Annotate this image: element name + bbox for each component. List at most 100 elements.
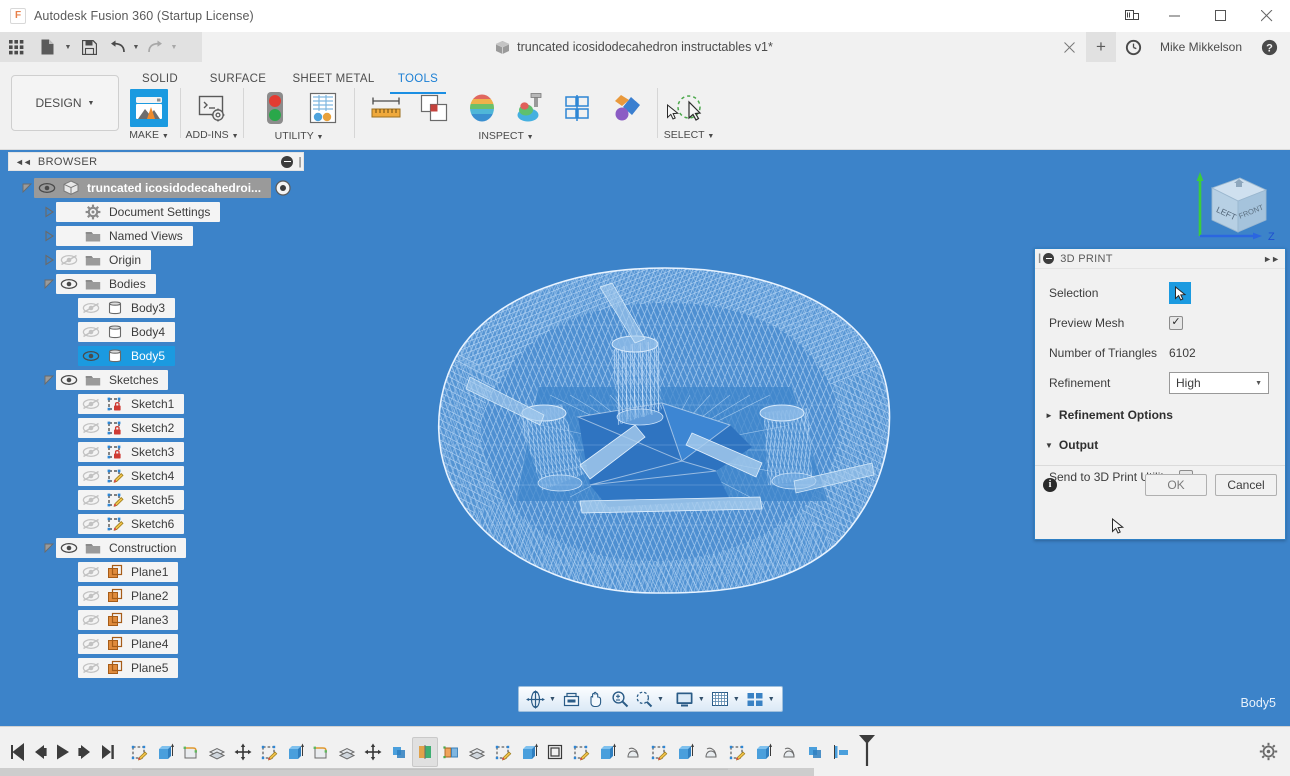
dialog-grip-icon[interactable]: || [1038, 253, 1039, 264]
timeline-feature-sketch[interactable] [568, 737, 594, 767]
browser-row-plane2[interactable]: Plane2 [8, 584, 304, 608]
timeline-feature-extrude[interactable] [152, 737, 178, 767]
curvature-analysis-button[interactable] [458, 88, 506, 128]
browser-item[interactable]: Bodies [56, 274, 156, 294]
browser-item[interactable]: Sketches [56, 370, 168, 390]
browser-row-sketch5[interactable]: Sketch5 [8, 488, 304, 512]
timeline-feature-sketch[interactable] [256, 737, 282, 767]
collapse-arrow-icon[interactable] [42, 278, 56, 290]
timeline-feature-extrude[interactable] [516, 737, 542, 767]
browser-row-sketch1[interactable]: Sketch1 [8, 392, 304, 416]
eye-hidden-icon[interactable] [78, 466, 104, 486]
document-tab-close-icon[interactable] [1056, 32, 1082, 62]
collapse-arrow-icon[interactable] [42, 374, 56, 386]
timeline-feature-combine[interactable] [802, 737, 828, 767]
expand-arrow-icon[interactable] [42, 230, 56, 242]
browser-row-plane5[interactable]: Plane5 [8, 656, 304, 680]
minimize-button[interactable] [1152, 0, 1198, 32]
undo-icon[interactable] [104, 32, 130, 62]
timeline-feature-offset[interactable] [204, 737, 230, 767]
expand-arrow-icon[interactable] [42, 206, 56, 218]
timeline-feature-extrude[interactable] [282, 737, 308, 767]
utility-table-button[interactable] [299, 88, 347, 128]
browser-item[interactable]: Sketch5 [78, 490, 184, 510]
timeline-feature-revolve[interactable] [698, 737, 724, 767]
section-analysis-button[interactable] [506, 88, 554, 128]
browser-item[interactable]: Origin [56, 250, 151, 270]
browser-row-sketches[interactable]: Sketches [8, 368, 304, 392]
eye-visible-icon[interactable] [34, 178, 60, 198]
timeline-feature-sketch[interactable] [490, 737, 516, 767]
eye-visible-icon[interactable] [56, 370, 82, 390]
browser-item[interactable]: Named Views [56, 226, 193, 246]
timeline-step-back-button[interactable] [30, 739, 52, 765]
timeline-step-forward-button[interactable] [74, 739, 96, 765]
app-grid-icon[interactable] [0, 32, 32, 62]
browser-grip-icon[interactable]: || [298, 156, 300, 168]
eye-hidden-icon[interactable] [78, 442, 104, 462]
redo-caret-icon[interactable]: ▼ [168, 32, 180, 62]
timeline-end-marker[interactable] [856, 732, 878, 771]
view-cube[interactable]: Z LEFT FRONT [1182, 158, 1282, 258]
job-status-clock-icon[interactable] [1116, 32, 1150, 62]
timeline-go-to-beginning-button[interactable] [8, 739, 30, 765]
browser-item[interactable]: Document Settings [56, 202, 220, 222]
eye-hidden-icon[interactable] [78, 418, 104, 438]
eye-hidden-icon[interactable] [78, 490, 104, 510]
browser-row-sketch3[interactable]: Sketch3 [8, 440, 304, 464]
dialog-header[interactable]: || 3D PRINT ►► [1035, 249, 1285, 269]
grid-snaps-caret-icon[interactable]: ▼ [732, 696, 743, 703]
orbit-caret-icon[interactable]: ▼ [548, 696, 559, 703]
timeline-feature-plane[interactable] [412, 737, 438, 767]
browser-item[interactable]: Plane4 [78, 634, 178, 654]
refinement-select[interactable]: High ▼ [1169, 372, 1269, 394]
browser-collapse-icon[interactable]: ◄◄ [15, 157, 31, 167]
timeline-feature-mirror[interactable] [438, 737, 464, 767]
browser-row-origin[interactable]: Origin [8, 248, 304, 272]
browser-row-body5[interactable]: Body5 [8, 344, 304, 368]
browser-item[interactable]: Sketch2 [78, 418, 184, 438]
eye-hidden-icon[interactable] [78, 394, 104, 414]
browser-item[interactable]: Construction [56, 538, 186, 558]
tab-tools[interactable]: TOOLS [386, 68, 450, 90]
timeline-play-button[interactable] [52, 739, 74, 765]
browser-row-sketch4[interactable]: Sketch4 [8, 464, 304, 488]
browser-row-plane4[interactable]: Plane4 [8, 632, 304, 656]
timeline-feature-sketch[interactable] [126, 737, 152, 767]
eye-hidden-icon[interactable] [78, 514, 104, 534]
timeline-feature-fillet[interactable] [178, 737, 204, 767]
new-file-icon[interactable] [32, 32, 62, 62]
make-3d-print-button[interactable]: MAKE ▼ [125, 88, 173, 141]
eye-visible-icon[interactable] [78, 346, 104, 366]
browser-row-sketch6[interactable]: Sketch6 [8, 512, 304, 536]
browser-item[interactable]: Body3 [78, 298, 175, 318]
preview-mesh-checkbox[interactable]: ✓ [1169, 316, 1183, 330]
browser-row-truncated-icosidodecahedroi[interactable]: truncated icosidodecahedroi... [8, 176, 304, 200]
timeline-feature-sketch[interactable] [724, 737, 750, 767]
browser-row-document-settings[interactable]: Document Settings [8, 200, 304, 224]
browser-item[interactable]: Sketch3 [78, 442, 184, 462]
browser-item[interactable]: Plane2 [78, 586, 178, 606]
addins-button[interactable]: ADD-INS ▼ [188, 88, 236, 141]
interference-button[interactable] [410, 88, 458, 128]
save-icon[interactable] [74, 32, 104, 62]
dialog-minimize-icon[interactable] [1043, 253, 1054, 264]
look-at-icon[interactable] [559, 687, 584, 711]
help-icon[interactable]: ? [1252, 32, 1286, 62]
display-settings-caret-icon[interactable]: ▼ [697, 696, 708, 703]
timeline-feature-sketch[interactable] [646, 737, 672, 767]
browser-item[interactable]: Sketch1 [78, 394, 184, 414]
zoom-window-icon[interactable] [632, 687, 656, 711]
timeline-feature-revolve[interactable] [620, 737, 646, 767]
display-settings-icon[interactable] [672, 687, 697, 711]
timeline-feature-move[interactable] [230, 737, 256, 767]
eye-hidden-icon[interactable] [78, 322, 104, 342]
document-tab[interactable]: truncated icosidodecahedron instructable… [202, 32, 1066, 62]
browser-row-bodies[interactable]: Bodies [8, 272, 304, 296]
timeline-feature-fillet[interactable] [308, 737, 334, 767]
eye-hidden-icon[interactable] [56, 250, 82, 270]
browser-item[interactable]: Plane1 [78, 562, 178, 582]
viewports-caret-icon[interactable]: ▼ [767, 696, 778, 703]
timeline-feature-extrude[interactable] [672, 737, 698, 767]
redo-icon[interactable] [142, 32, 168, 62]
